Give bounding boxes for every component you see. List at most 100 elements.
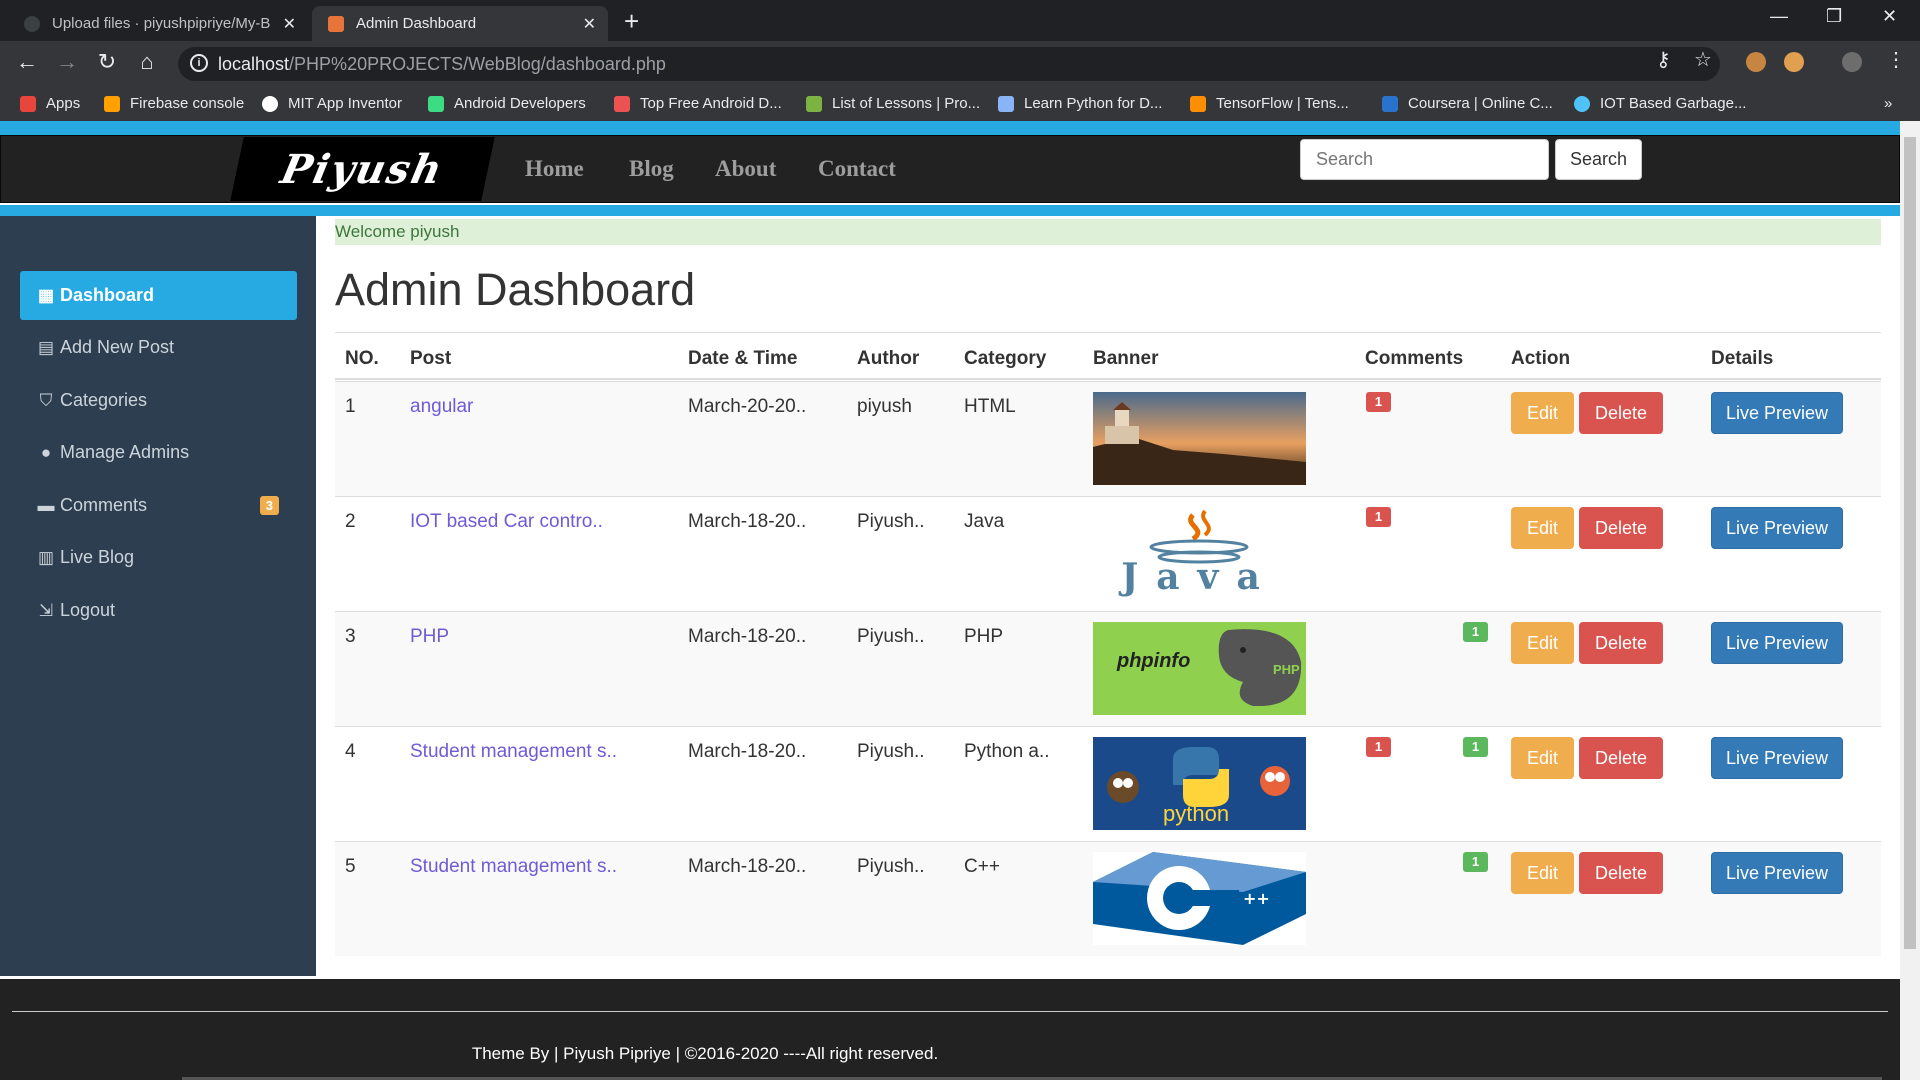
address-bar[interactable]: i localhost/PHP%20PROJECTS/WebBlog/dashb… [178,47,1720,81]
search-button[interactable]: Search [1555,139,1642,180]
nav-contact[interactable]: Contact [818,156,896,182]
delete-button[interactable]: Delete [1579,737,1663,779]
edit-button[interactable]: Edit [1511,507,1574,549]
edit-button[interactable]: Edit [1511,622,1574,664]
bookmark-learn-python[interactable]: Learn Python for D... [998,95,1162,112]
bookmark-iot-garbage[interactable]: IOT Based Garbage... [1574,95,1746,112]
browser-tab-upload-files[interactable]: Upload files · piyushpipriye/My-B ✕ [8,6,308,41]
list-icon: ▤ [37,337,55,357]
vertical-scrollbar[interactable] [1900,121,1920,1080]
nav-blog[interactable]: Blog [629,156,674,182]
post-title-link[interactable]: Student management s.. [410,856,617,878]
sidebar-item-manage-admins[interactable]: ● Manage Admins [20,428,297,477]
lighthouse-sunset-banner [1093,392,1306,485]
post-title-link[interactable]: IOT based Car contro.. [410,511,603,533]
browser-tab-admin-dashboard[interactable]: Admin Dashboard ✕ [312,6,608,41]
post-author: piyush [857,396,912,417]
edit-button[interactable]: Edit [1511,737,1574,779]
post-category: PHP [964,626,1004,647]
key-icon[interactable]: ⚷ [1656,47,1671,72]
bookmark-mit-app-inventor[interactable]: MIT App Inventor [262,95,402,112]
xampp-icon [328,15,344,32]
url-path: /PHP%20PROJECTS/WebBlog/dashboard.php [289,53,666,74]
url-host: localhost [218,53,290,74]
info-icon[interactable]: i [190,54,208,72]
cookie-extension-icon[interactable] [1784,52,1804,72]
nav-home[interactable]: Home [525,156,584,182]
more-bookmarks-icon[interactable]: » [1884,95,1892,112]
sidebar-item-live-blog[interactable]: ▥ Live Blog [20,533,297,582]
globe-icon [1574,95,1590,112]
nav-about[interactable]: About [715,156,776,182]
delete-button[interactable]: Delete [1579,852,1663,894]
post-date: March-18-20.. [688,626,807,647]
live-preview-button[interactable]: Live Preview [1711,852,1843,894]
sidebar-item-dashboard[interactable]: ▦ Dashboard [20,271,297,320]
comment-icon: ▬ [37,495,55,515]
edit-button[interactable]: Edit [1511,392,1574,434]
back-arrow-icon[interactable]: ← [12,49,42,75]
site-logo[interactable]: Piyush [230,137,495,201]
forward-arrow-icon[interactable]: → [52,49,82,75]
column-header: Comments [1365,348,1464,369]
coursera-icon [1382,95,1398,112]
minimize-icon[interactable]: — [1770,6,1788,27]
chart-icon: ▥ [37,547,55,567]
sidebar-item-logout[interactable]: ⇲ Logout [20,586,297,635]
lessons-icon [806,95,822,112]
post-author: Piyush.. [857,741,925,762]
home-icon[interactable]: ⌂ [132,49,162,75]
site-footer: Theme By | Piyush Pipriye | ©2016-2020 -… [0,979,1900,1080]
post-date: March-18-20.. [688,511,807,532]
delete-button[interactable]: Delete [1579,392,1663,434]
close-tab-icon[interactable]: ✕ [283,14,296,34]
bookmark-tensorflow[interactable]: TensorFlow | Tens... [1190,95,1349,112]
live-preview-button[interactable]: Live Preview [1711,507,1843,549]
sidebar-item-comments[interactable]: ▬ Comments 3 [20,481,297,530]
google-icon [262,95,278,112]
sidebar-item-categories[interactable]: ⛉ Categories [20,376,297,425]
cookie-extension-icon[interactable] [1746,52,1766,72]
column-header: Banner [1093,348,1159,369]
live-preview-button[interactable]: Live Preview [1711,392,1843,434]
new-tab-button[interactable]: + [624,6,639,37]
firebase-icon [104,95,120,112]
post-title-link[interactable]: PHP [410,626,449,648]
approved-comments-badge: 1 [1463,737,1488,757]
restore-icon[interactable]: ❐ [1826,6,1842,27]
bookmarks-bar: Apps Firebase console MIT App Inventor A… [0,87,1920,121]
profile-avatar-icon[interactable] [1842,52,1862,72]
bookmark-star-icon[interactable]: ☆ [1694,47,1712,72]
reload-icon[interactable]: ↻ [92,49,122,75]
edit-button[interactable]: Edit [1511,852,1574,894]
close-window-icon[interactable]: ✕ [1882,6,1897,27]
browser-toolbar: ← → ↻ ⌂ i localhost/PHP%20PROJECTS/WebBl… [0,41,1920,87]
bookmark-coursera[interactable]: Coursera | Online C... [1382,95,1553,112]
menu-kebab-icon[interactable]: ⋮ [1886,47,1906,72]
column-header: Details [1711,348,1774,369]
bookmark-top-free-android[interactable]: Top Free Android D... [614,95,782,112]
search-input[interactable] [1300,139,1549,180]
post-title-link[interactable]: Student management s.. [410,741,617,763]
delete-button[interactable]: Delete [1579,507,1663,549]
bookmark-android-developers[interactable]: Android Developers [428,95,586,112]
post-title-link[interactable]: angular [410,396,473,418]
approved-comments-badge: 1 [1463,852,1488,872]
post-author: Piyush.. [857,626,925,647]
bookmark-list-of-lessons[interactable]: List of Lessons | Pro... [806,95,980,112]
unapproved-comments-badge: 1 [1366,737,1391,757]
bookmark-firebase[interactable]: Firebase console [104,95,244,112]
live-preview-button[interactable]: Live Preview [1711,622,1843,664]
user-icon: ● [40,442,52,462]
grid-icon: ▦ [37,285,55,305]
delete-button[interactable]: Delete [1579,622,1663,664]
sidebar-item-add-new-post[interactable]: ▤ Add New Post [20,323,297,372]
live-preview-button[interactable]: Live Preview [1711,737,1843,779]
cpp-logo-banner: ++ [1093,852,1306,945]
post-category: C++ [964,856,1000,877]
python-banner: python [1093,737,1306,830]
post-author: Piyush.. [857,511,925,532]
close-tab-icon[interactable]: ✕ [583,14,596,34]
scrollbar-thumb[interactable] [1904,137,1916,949]
bookmark-apps[interactable]: Apps [20,95,80,112]
